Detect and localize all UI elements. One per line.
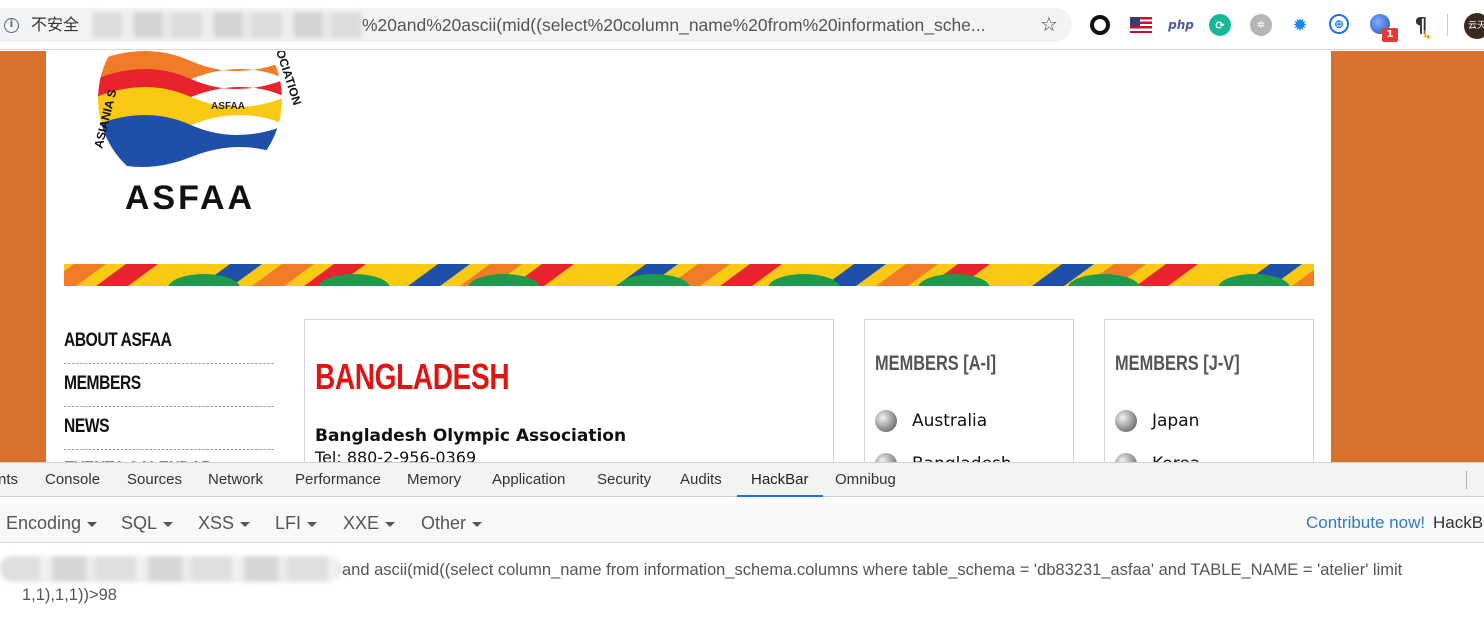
members-j-v-title: MEMBERS [J-V] bbox=[1115, 352, 1240, 375]
bookmark-star-icon[interactable]: ☆ bbox=[1040, 14, 1058, 34]
caret-down-icon bbox=[472, 521, 483, 527]
tab-elements[interactable]: nts bbox=[0, 463, 18, 497]
info-icon[interactable]: i bbox=[4, 18, 19, 33]
member-link[interactable]: Japan bbox=[1115, 410, 1199, 432]
devtools-tabbar: nts Console Sources Network Performance … bbox=[0, 463, 1484, 497]
page-viewport: ASFAA ASFAA ASIANIA S OCIATION ABOUT ASF… bbox=[0, 51, 1484, 462]
nav-about-asfaa[interactable]: ABOUT ASFAA bbox=[64, 321, 274, 364]
hackbar-url-textarea[interactable]: and ascii(mid((select column_name from i… bbox=[0, 553, 1484, 630]
toolbar-divider bbox=[1447, 14, 1448, 36]
menu-label: Encoding bbox=[6, 513, 82, 533]
menu-label: LFI bbox=[275, 513, 302, 533]
tab-audits[interactable]: Audits bbox=[680, 463, 722, 497]
redacted-url-segment bbox=[92, 12, 362, 38]
members-panel-j-v: MEMBERS [J-V] Japan Korea bbox=[1104, 319, 1314, 462]
globe-icon bbox=[875, 453, 897, 462]
member-label: Bangladesh bbox=[912, 454, 1012, 462]
query-line-2: 1,1),1,1))>98 bbox=[22, 586, 117, 604]
member-link[interactable]: Korea bbox=[1115, 453, 1200, 462]
tab-application[interactable]: Application bbox=[492, 463, 565, 497]
member-link[interactable]: Australia bbox=[875, 410, 987, 432]
menu-sql[interactable]: SQL bbox=[121, 513, 174, 533]
browser-toolbar: i 不安全 %20and%20ascii(mid((select%20colum… bbox=[0, 0, 1484, 50]
members-a-i-title: MEMBERS [A-I] bbox=[875, 352, 997, 375]
extension-ring-icon[interactable] bbox=[1090, 15, 1110, 35]
tab-security[interactable]: Security bbox=[597, 463, 651, 497]
tab-performance[interactable]: Performance bbox=[295, 463, 381, 497]
extension-gray-icon[interactable]: ✲ bbox=[1250, 14, 1272, 36]
globe-icon bbox=[875, 410, 897, 432]
tabbar-divider bbox=[1466, 471, 1467, 489]
members-panel-a-i: MEMBERS [A-I] Australia Bangladesh bbox=[864, 319, 1074, 462]
telephone: Tel: 880-2-956-0369 bbox=[315, 448, 477, 462]
url-text[interactable]: %20and%20ascii(mid((select%20column_name… bbox=[362, 16, 1027, 35]
tab-omnibug[interactable]: Omnibug bbox=[835, 463, 896, 497]
asfaa-logo[interactable]: ASFAA ASFAA ASIANIA S OCIATION bbox=[76, 51, 306, 221]
globe-icon bbox=[1115, 410, 1137, 432]
tab-sources[interactable]: Sources bbox=[127, 463, 182, 497]
caret-down-icon bbox=[307, 521, 318, 527]
organization-name: Bangladesh Olympic Association bbox=[315, 426, 627, 446]
member-label: Japan bbox=[1152, 411, 1200, 431]
tab-network[interactable]: Network bbox=[208, 463, 263, 497]
menu-lfi[interactable]: LFI bbox=[275, 513, 318, 533]
hackbar-brand: HackB bbox=[1433, 513, 1484, 532]
tab-hackbar[interactable]: HackBar bbox=[737, 463, 823, 497]
nav-members[interactable]: MEMBERS bbox=[64, 364, 274, 407]
member-link[interactable]: Bangladesh bbox=[875, 453, 1012, 462]
country-panel: BANGLADESH Bangladesh Olympic Associatio… bbox=[304, 319, 834, 462]
menu-label: SQL bbox=[121, 513, 158, 533]
menu-other[interactable]: Other bbox=[421, 513, 483, 533]
caret-down-icon bbox=[240, 521, 251, 527]
arrow-icon: ↳ bbox=[1422, 28, 1433, 42]
decorative-banner bbox=[64, 264, 1314, 286]
caret-down-icon bbox=[163, 521, 174, 527]
redacted-query-prefix bbox=[0, 556, 342, 582]
logo-wordmark: ASFAA bbox=[125, 179, 255, 217]
extension-us-flag-icon[interactable] bbox=[1130, 17, 1152, 33]
extension-php-icon[interactable]: php bbox=[1168, 14, 1194, 36]
profile-avatar[interactable]: 云天 bbox=[1464, 13, 1484, 39]
member-label: Australia bbox=[912, 411, 988, 431]
nav-news[interactable]: NEWS bbox=[64, 407, 274, 450]
logo-inner-text: ASFAA bbox=[211, 101, 245, 112]
globe-icon bbox=[1115, 453, 1137, 462]
menu-xss[interactable]: XSS bbox=[198, 513, 251, 533]
extension-bug-icon[interactable]: ✹ bbox=[1289, 14, 1311, 36]
caret-down-icon bbox=[385, 521, 396, 527]
contribute-link[interactable]: Contribute now! bbox=[1306, 513, 1425, 533]
menu-encoding[interactable]: Encoding bbox=[6, 513, 98, 533]
query-line-1: and ascii(mid((select column_name from i… bbox=[342, 561, 1403, 579]
sidebar-nav: ABOUT ASFAA MEMBERS NEWS EVENTS CALENDAR bbox=[64, 321, 274, 462]
devtools-panel: nts Console Sources Network Performance … bbox=[0, 462, 1484, 629]
member-label: Korea bbox=[1152, 454, 1200, 462]
notification-badge: 1 bbox=[1382, 28, 1398, 42]
extension-sync-icon[interactable]: ⟳ bbox=[1209, 14, 1231, 36]
menu-label: XSS bbox=[198, 513, 235, 533]
nav-events-calendar[interactable]: EVENTS CALENDAR bbox=[64, 450, 274, 463]
menu-xxe[interactable]: XXE bbox=[343, 513, 396, 533]
menu-label: XXE bbox=[343, 513, 380, 533]
tab-console[interactable]: Console bbox=[45, 463, 100, 497]
hackbar-menubar: Encoding SQL XSS LFI XXE Other Contribut… bbox=[0, 503, 1484, 543]
menu-label: Other bbox=[421, 513, 467, 533]
country-title: BANGLADESH bbox=[315, 356, 510, 397]
site-page: ASFAA ASFAA ASIANIA S OCIATION ABOUT ASF… bbox=[46, 51, 1331, 462]
security-label[interactable]: 不安全 bbox=[31, 16, 79, 34]
tab-memory[interactable]: Memory bbox=[407, 463, 461, 497]
address-bar[interactable]: i 不安全 %20and%20ascii(mid((select%20colum… bbox=[0, 8, 1072, 42]
caret-down-icon bbox=[87, 521, 98, 527]
extension-globe-icon[interactable]: ⊕ bbox=[1329, 14, 1349, 34]
